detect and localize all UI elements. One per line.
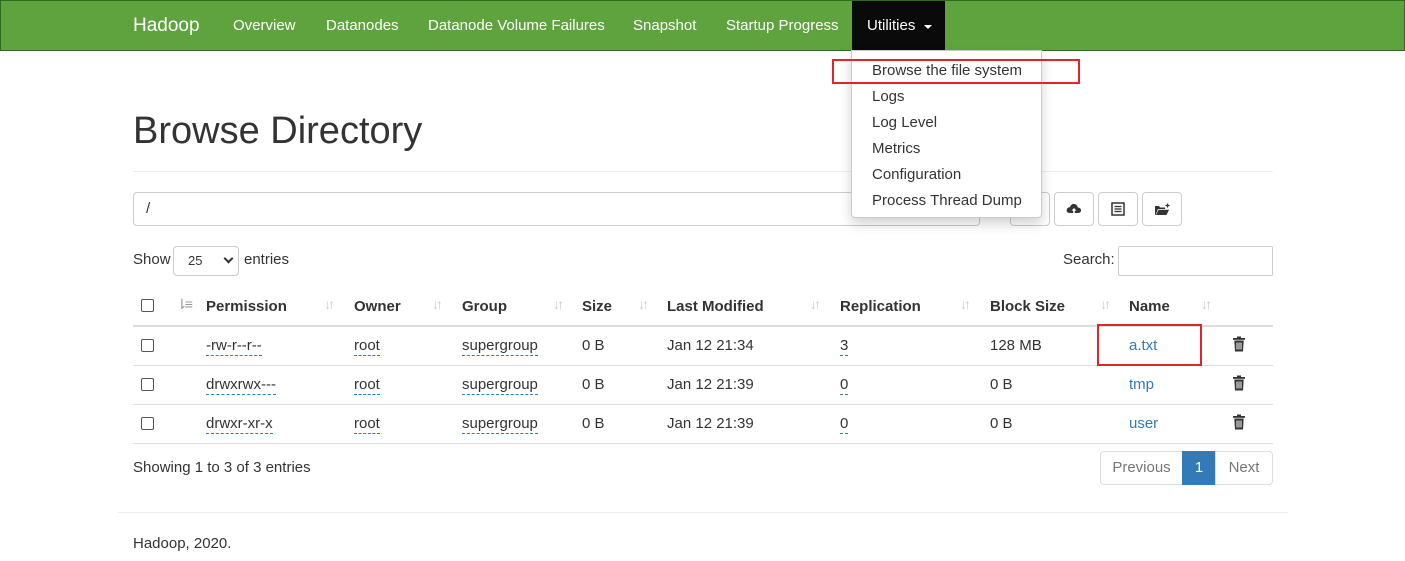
size-value: 0 B	[582, 376, 605, 393]
modified-value: Jan 12 21:39	[667, 415, 754, 432]
menu-logs[interactable]: Logs	[872, 88, 905, 105]
column-header-size[interactable]: Size	[582, 298, 612, 315]
highlight-box-file	[1097, 324, 1202, 366]
highlight-box-browse	[832, 59, 1080, 84]
size-value: 0 B	[582, 415, 605, 432]
owner-value[interactable]: root	[354, 337, 380, 356]
footer-divider	[118, 512, 1288, 513]
next-page-button[interactable]: Next	[1215, 451, 1273, 485]
nav-utilities-dropdown[interactable]: Utilities	[852, 1, 945, 52]
previous-page-button[interactable]: Previous	[1100, 451, 1183, 485]
brand-link[interactable]: Hadoop	[133, 15, 200, 37]
search-input[interactable]	[1118, 246, 1273, 276]
nav-startup-progress[interactable]: Startup Progress	[726, 17, 839, 34]
list-view-button[interactable]	[1098, 192, 1138, 226]
sort-icon[interactable]: ↓↑	[432, 296, 443, 312]
top-navbar: Hadoop Overview Datanodes Datanode Volum…	[0, 0, 1405, 52]
menu-process-thread-dump[interactable]: Process Thread Dump	[872, 192, 1022, 209]
group-value[interactable]: supergroup	[462, 415, 538, 434]
list-icon	[1111, 202, 1125, 216]
folder-open-icon	[1154, 203, 1169, 215]
row-checkbox[interactable]	[141, 339, 154, 352]
nav-utilities-label: Utilities	[867, 17, 916, 34]
column-header-name[interactable]: Name	[1129, 298, 1170, 315]
modified-value: Jan 12 21:39	[667, 376, 754, 393]
sort-asc-icon[interactable]: ⇂≡	[176, 296, 193, 313]
entries-per-page-value: 25	[188, 253, 203, 268]
row-divider	[133, 404, 1273, 405]
caret-down-icon	[924, 25, 932, 29]
page-1-button[interactable]: 1	[1182, 451, 1216, 485]
block-size-value: 128 MB	[990, 337, 1042, 354]
replication-value[interactable]: 3	[840, 337, 849, 356]
nav-snapshot[interactable]: Snapshot	[633, 17, 696, 34]
entries-per-page-select[interactable]: 25	[173, 246, 239, 276]
sort-icon[interactable]: ↓↑	[960, 296, 971, 312]
permission-value[interactable]: drwxr-xr-x	[206, 415, 273, 434]
owner-value[interactable]: root	[354, 376, 380, 395]
column-header-block-size[interactable]: Block Size	[990, 298, 1065, 315]
column-header-owner[interactable]: Owner	[354, 298, 401, 315]
replication-value[interactable]: 0	[840, 376, 849, 395]
sort-icon[interactable]: ↓↑	[1201, 296, 1212, 312]
owner-value[interactable]: root	[354, 415, 380, 434]
select-all-checkbox[interactable]	[141, 299, 154, 312]
block-size-value: 0 B	[990, 376, 1013, 393]
menu-log-level[interactable]: Log Level	[872, 114, 937, 131]
row-divider	[133, 443, 1273, 444]
column-header-group[interactable]: Group	[462, 298, 507, 315]
block-size-value: 0 B	[990, 415, 1013, 432]
replication-value[interactable]: 0	[840, 415, 849, 434]
sort-icon[interactable]: ↓↑	[1100, 296, 1111, 312]
table-info: Showing 1 to 3 of 3 entries	[133, 459, 311, 476]
permission-value[interactable]: -rw-r--r--	[206, 337, 262, 356]
upload-button[interactable]	[1054, 192, 1094, 226]
nav-datanodes[interactable]: Datanodes	[326, 17, 399, 34]
nav-overview[interactable]: Overview	[233, 17, 296, 34]
column-header-replication[interactable]: Replication	[840, 298, 921, 315]
sort-icon[interactable]: ↓↑	[324, 296, 335, 312]
sort-icon[interactable]: ↓↑	[553, 296, 564, 312]
sort-icon[interactable]: ↓↑	[810, 296, 821, 312]
group-value[interactable]: supergroup	[462, 337, 538, 356]
modified-value: Jan 12 21:34	[667, 337, 754, 354]
trash-icon[interactable]	[1232, 336, 1246, 352]
menu-configuration[interactable]: Configuration	[872, 166, 961, 183]
column-header-last-modified[interactable]: Last Modified	[667, 298, 764, 315]
directory-name-link[interactable]: tmp	[1129, 376, 1154, 393]
title-divider	[133, 171, 1273, 172]
new-folder-button[interactable]	[1142, 192, 1182, 226]
directory-name-link[interactable]: user	[1129, 415, 1158, 432]
page-title: Browse Directory	[133, 110, 423, 152]
entries-label: entries	[244, 251, 290, 268]
permission-value[interactable]: drwxrwx---	[206, 376, 276, 395]
sort-icon[interactable]: ↓↑	[638, 296, 649, 312]
row-checkbox[interactable]	[141, 417, 154, 430]
cloud-upload-icon	[1066, 203, 1082, 215]
chevron-down-icon	[223, 253, 234, 264]
trash-icon[interactable]	[1232, 375, 1246, 391]
trash-icon[interactable]	[1232, 414, 1246, 430]
nav-datanode-volume-failures[interactable]: Datanode Volume Failures	[428, 17, 605, 34]
show-label: Show	[133, 251, 171, 268]
footer-text: Hadoop, 2020.	[133, 535, 232, 552]
menu-metrics[interactable]: Metrics	[872, 140, 920, 157]
search-label: Search:	[1063, 251, 1115, 268]
row-checkbox[interactable]	[141, 378, 154, 391]
group-value[interactable]: supergroup	[462, 376, 538, 395]
column-header-permission[interactable]: Permission	[206, 298, 287, 315]
size-value: 0 B	[582, 337, 605, 354]
